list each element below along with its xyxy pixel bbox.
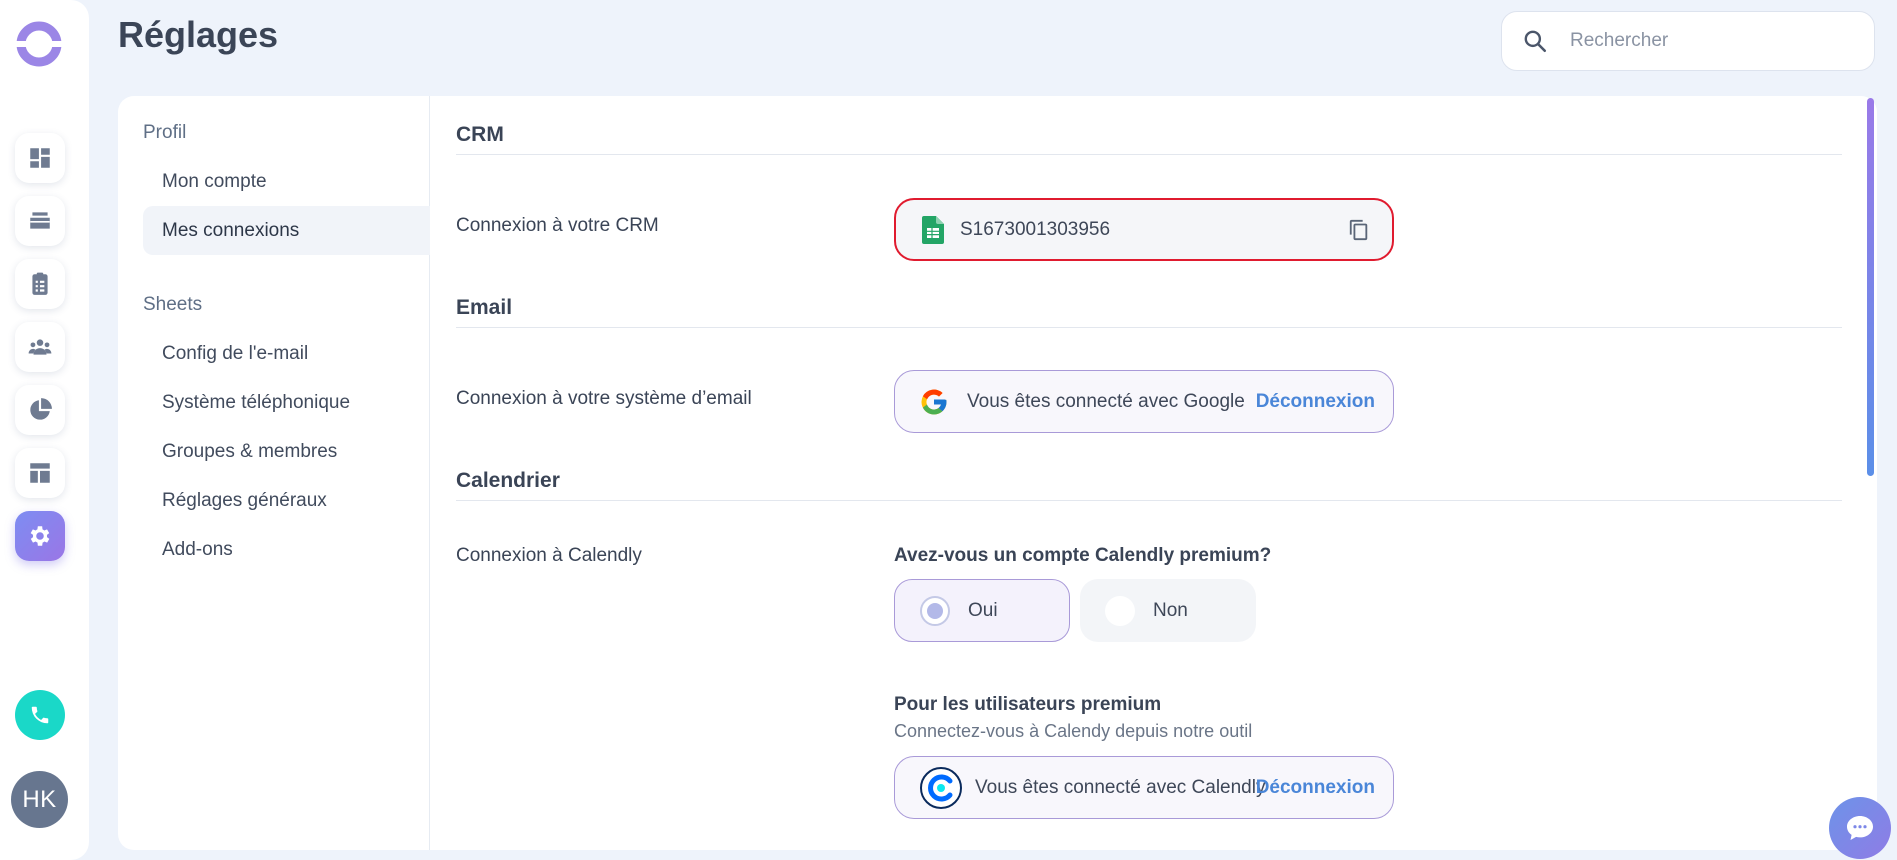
calendly-disconnect-link[interactable]: Déconnexion — [1256, 777, 1375, 799]
subnav-group-sheets: Sheets — [143, 294, 203, 315]
subnav-item-config-email[interactable]: Config de l'e-mail — [143, 329, 430, 378]
phone-icon — [31, 706, 49, 724]
stats-button[interactable] — [15, 385, 65, 435]
radio-oui-label: Oui — [968, 599, 998, 621]
radio-dot-unselected — [1105, 595, 1135, 626]
layout-button[interactable] — [15, 448, 65, 498]
avatar-initials: HK — [22, 785, 57, 813]
crm-sheet-field: S1673001303956 — [894, 198, 1394, 261]
section-title-email: Email — [456, 296, 513, 319]
divider — [456, 327, 1842, 328]
premium-subtitle: Connectez-vous à Calendy depuis notre ou… — [894, 721, 1253, 741]
email-disconnect-link[interactable]: Déconnexion — [1256, 391, 1375, 413]
google-sheets-icon — [922, 215, 944, 244]
settings-button[interactable] — [15, 511, 65, 561]
search-input[interactable] — [1570, 30, 1850, 52]
call-button[interactable] — [15, 690, 65, 740]
radio-non-label: Non — [1153, 599, 1188, 621]
subnav-group-profil: Profil — [143, 122, 187, 143]
dashboard-button[interactable] — [15, 133, 65, 183]
left-rail: HK — [0, 0, 89, 860]
calendly-connection-label: Connexion à Calendly — [456, 545, 642, 566]
inbox-button[interactable] — [15, 196, 65, 246]
settings-card: Profil Mon compte Mes connexions Sheets … — [118, 96, 1877, 850]
scrollbar-thumb[interactable] — [1867, 98, 1874, 476]
connections-content: CRM Connexion à votre CRM S1673001303956… — [456, 96, 1842, 850]
search-icon — [1524, 30, 1547, 53]
subnav-item-groupes-membres[interactable]: Groupes & membres — [143, 427, 430, 476]
app-logo-icon[interactable] — [14, 19, 64, 69]
copy-icon[interactable] — [1348, 218, 1370, 242]
section-title-crm: CRM — [456, 123, 504, 146]
subnav-item-systeme-telephonique[interactable]: Système téléphonique — [143, 378, 430, 427]
inbox-icon — [30, 212, 50, 229]
team-button[interactable] — [15, 322, 65, 372]
divider — [456, 154, 1842, 155]
subnav-item-reglages-generaux[interactable]: Réglages généraux — [143, 476, 430, 525]
radio-dot-selected — [920, 595, 950, 626]
premium-title: Pour les utilisateurs premium — [894, 694, 1162, 715]
calendly-connection-status: Vous êtes connecté avec Calendly — [975, 776, 1266, 798]
calendly-icon — [920, 766, 962, 809]
help-chat-button[interactable] — [1829, 797, 1891, 859]
chat-bubble-icon — [1847, 816, 1873, 840]
radio-non[interactable]: Non — [1080, 579, 1256, 642]
subnav-item-mes-connexions[interactable]: Mes connexions — [143, 206, 430, 255]
dashboard-icon — [30, 148, 50, 168]
team-icon — [28, 339, 52, 355]
subnav-item-add-ons[interactable]: Add-ons — [143, 525, 430, 574]
google-icon — [921, 389, 947, 415]
email-connection-label: Connexion à votre système d’email — [456, 388, 752, 409]
crm-sheet-id: S1673001303956 — [960, 218, 1111, 240]
email-connection-field: Vous êtes connecté avec Google Déconnexi… — [894, 370, 1394, 433]
tasks-button[interactable] — [15, 259, 65, 309]
subnav-item-mon-compte[interactable]: Mon compte — [143, 157, 430, 206]
section-title-calendrier: Calendrier — [456, 469, 560, 492]
divider — [456, 500, 1842, 501]
pie-chart-icon — [30, 398, 52, 420]
tasks-icon — [32, 272, 48, 295]
gear-icon — [30, 526, 50, 546]
settings-subnav: Profil Mon compte Mes connexions Sheets … — [118, 96, 430, 850]
user-avatar[interactable]: HK — [11, 771, 68, 828]
email-connection-status: Vous êtes connecté avec Google — [967, 390, 1245, 412]
radio-oui[interactable]: Oui — [894, 579, 1070, 642]
page-title: Réglages — [118, 14, 279, 55]
layout-icon — [30, 463, 50, 483]
calendly-premium-question: Avez-vous un compte Calendly premium? — [894, 545, 1272, 566]
crm-connection-label: Connexion à votre CRM — [456, 215, 659, 236]
search-box — [1501, 11, 1875, 71]
calendly-connection-field: Vous êtes connecté avec Calendly Déconne… — [894, 756, 1394, 819]
